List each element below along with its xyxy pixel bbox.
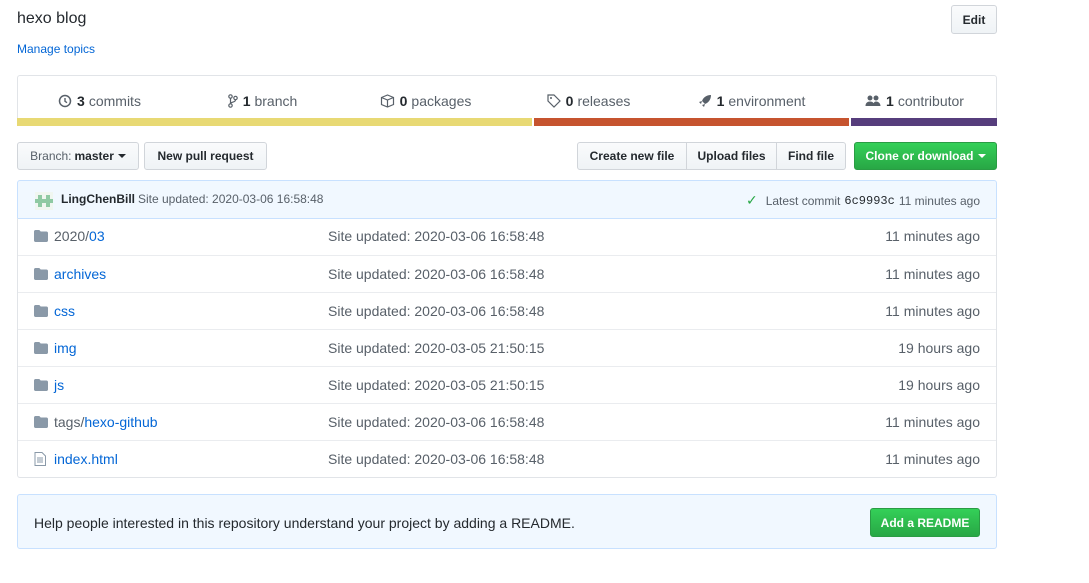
packages-stat[interactable]: 0 packages [344,93,507,109]
files-table: 2020/03 Site updated: 2020-03-06 16:58:48… [17,218,997,478]
caret-down-icon [977,154,986,158]
environment-stat[interactable]: 1 environment [670,93,833,109]
file-name: 2020/03 [54,228,105,244]
folder-icon [34,378,48,394]
check-icon[interactable]: ✓ [746,192,758,209]
file-row[interactable]: img Site updated: 2020-03-05 21:50:15 19 h… [18,329,996,366]
file-link[interactable]: css [54,303,75,319]
file-row[interactable]: css Site updated: 2020-03-06 16:58:48 11 m… [18,292,996,329]
file-name: css [54,303,75,319]
folder-icon [34,229,48,245]
commit-meta: ✓ Latest commit 6c9993c 11 minutes ago [745,192,980,209]
folder-icon [34,415,48,431]
manage-topics-link[interactable]: Manage topics [17,42,95,56]
branch-stat[interactable]: 1 branch [181,93,344,109]
package-icon [380,94,394,108]
rocket-icon [698,95,711,107]
file-name: index.html [54,451,118,467]
file-row[interactable]: archives Site updated: 2020-03-06 16:58:4… [18,255,996,292]
tag-icon [547,94,561,108]
commit-sha[interactable]: 6c9993c [844,194,894,208]
file-link[interactable]: index.html [54,451,118,467]
language-bar[interactable] [17,118,997,126]
file-icon [34,452,46,469]
file-commit-message[interactable]: Site updated: 2020-03-06 16:58:48 [328,228,544,244]
people-icon [865,95,881,106]
file-link[interactable]: archives [54,266,106,282]
file-commit-message[interactable]: Site updated: 2020-03-06 16:58:48 [328,266,544,282]
file-link[interactable]: hexo-github [84,414,157,430]
repo-description: hexo blog [17,10,87,27]
language-segment[interactable] [532,118,849,126]
file-age: 11 minutes ago [885,228,980,244]
folder-icon [34,341,48,357]
file-name: tags/hexo-github [54,414,158,430]
folder-icon [34,267,48,283]
file-commit-message[interactable]: Site updated: 2020-03-06 16:58:48 [328,451,544,467]
file-age: 11 minutes ago [885,266,980,282]
commit-message[interactable]: Site updated: 2020-03-06 16:58:48 [138,192,323,206]
file-row[interactable]: index.html Site updated: 2020-03-06 16:58… [18,440,996,477]
avatar[interactable] [35,192,53,210]
create-new-file-button[interactable]: Create new file [577,142,687,170]
file-commit-message[interactable]: Site updated: 2020-03-05 21:50:15 [328,340,544,356]
file-link[interactable]: 03 [89,228,105,244]
caret-down-icon [117,154,126,158]
language-segment[interactable] [849,118,997,126]
readme-prompt: Help people interested in this repositor… [17,494,997,549]
file-name: js [54,377,64,393]
commit-age: 11 minutes ago [898,193,980,208]
file-link[interactable]: img [54,340,77,356]
file-commit-message[interactable]: Site updated: 2020-03-06 16:58:48 [328,303,544,319]
file-row[interactable]: tags/hexo-github Site updated: 2020-03-06… [18,403,996,440]
file-row[interactable]: js Site updated: 2020-03-05 21:50:15 19 ho… [18,366,996,403]
file-row[interactable]: 2020/03 Site updated: 2020-03-06 16:58:48… [18,218,996,255]
language-segment[interactable] [17,118,533,126]
upload-files-button[interactable]: Upload files [686,142,777,170]
file-age: 19 hours ago [898,377,980,393]
file-commit-message[interactable]: Site updated: 2020-03-06 16:58:48 [328,414,544,430]
folder-icon [34,304,48,320]
repo-description-area: hexo blog Manage topics Edit [17,5,997,60]
commit-author[interactable]: LingChenBill [61,192,135,206]
edit-description-button[interactable]: Edit [951,5,997,34]
new-pull-request-button[interactable]: New pull request [144,142,267,170]
branch-select-button[interactable]: Branch: master [17,142,139,170]
latest-commit-bar: LingChenBill Site updated: 2020-03-06 16… [17,180,997,219]
history-icon [58,94,72,108]
contributor-stat[interactable]: 1 contributor [833,93,996,109]
file-name: archives [54,266,106,282]
clone-download-button[interactable]: Clone or download [854,142,997,170]
readme-prompt-text: Help people interested in this repositor… [34,515,575,531]
find-file-button[interactable]: Find file [776,142,846,170]
file-age: 11 minutes ago [885,451,980,467]
releases-stat[interactable]: 0 releases [507,93,670,109]
file-age: 11 minutes ago [885,303,980,319]
file-link[interactable]: js [54,377,64,393]
file-commit-message[interactable]: Site updated: 2020-03-05 21:50:15 [328,377,544,393]
file-name: img [54,340,77,356]
add-readme-button[interactable]: Add a README [870,508,980,537]
file-age: 19 hours ago [898,340,980,356]
file-navigation: Branch: master New pull request Create n… [17,142,997,170]
commits-stat[interactable]: 3 commits [18,93,181,109]
branch-icon [227,94,238,108]
file-age: 11 minutes ago [885,414,980,430]
